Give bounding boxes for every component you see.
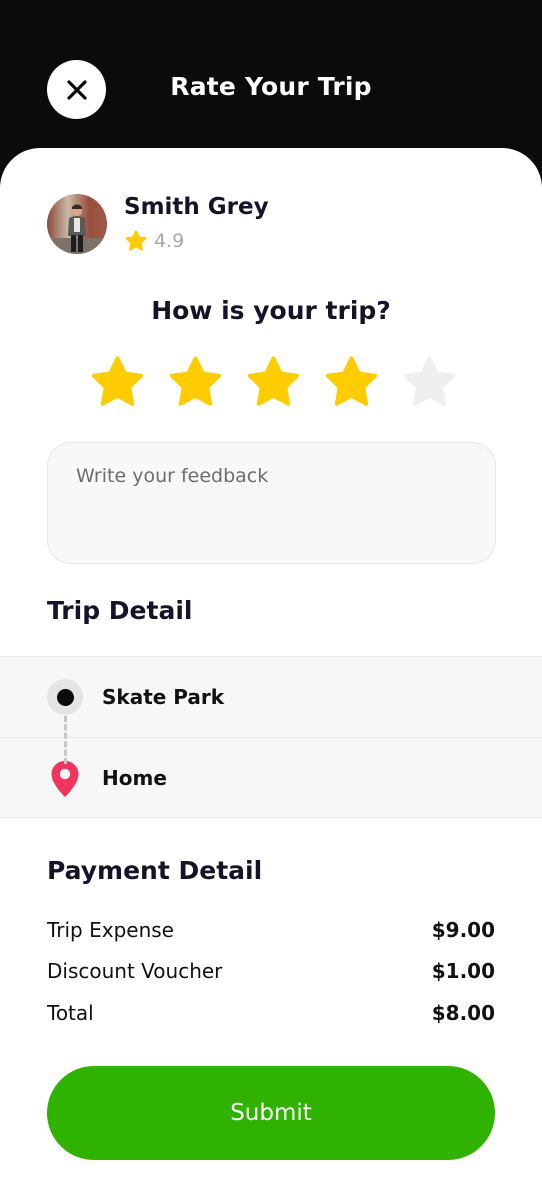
driver-name: Smith Grey [124,194,269,220]
rating-question: How is your trip? [151,296,391,325]
trip-stop-label: Skate Park [102,685,225,709]
driver-rating: 4.9 [124,229,184,253]
origin-dot-icon [47,679,83,715]
trip-stop-label: Home [102,766,167,790]
payment-amount: $8.00 [431,1001,495,1025]
trip-stop-destination: Home [0,737,542,818]
star-2-icon[interactable] [167,354,224,411]
payment-amount: $9.00 [431,918,495,942]
submit-button[interactable]: Submit [47,1066,495,1160]
rating-sheet: Smith Grey 4.9 How is your trip? Trip De… [0,148,542,1186]
payment-amount: $1.00 [431,959,495,983]
trip-stop-origin: Skate Park [0,656,542,737]
location-pin-icon [51,761,79,797]
driver-rating-value: 4.9 [154,230,185,252]
star-5-icon[interactable] [401,354,458,411]
payment-detail-heading: Payment Detail [47,856,263,885]
payment-label: Discount Voucher [47,959,223,983]
payment-row-trip-expense: Trip Expense $9.00 [47,918,495,942]
star-4-icon[interactable] [323,354,380,411]
star-icon [125,230,147,251]
header-bar: Rate Your Trip [0,0,542,160]
payment-row-total: Total $8.00 [47,1001,495,1025]
star-rating [89,354,458,411]
payment-label: Total [47,1001,94,1025]
feedback-input[interactable] [47,442,496,564]
page-title: Rate Your Trip [170,72,372,101]
star-3-icon[interactable] [245,354,302,411]
trip-detail-heading: Trip Detail [47,596,193,625]
star-1-icon[interactable] [89,354,146,411]
route-connector [64,716,67,764]
payment-label: Trip Expense [47,918,174,942]
payment-row-discount: Discount Voucher $1.00 [47,959,495,983]
avatar [47,194,107,254]
